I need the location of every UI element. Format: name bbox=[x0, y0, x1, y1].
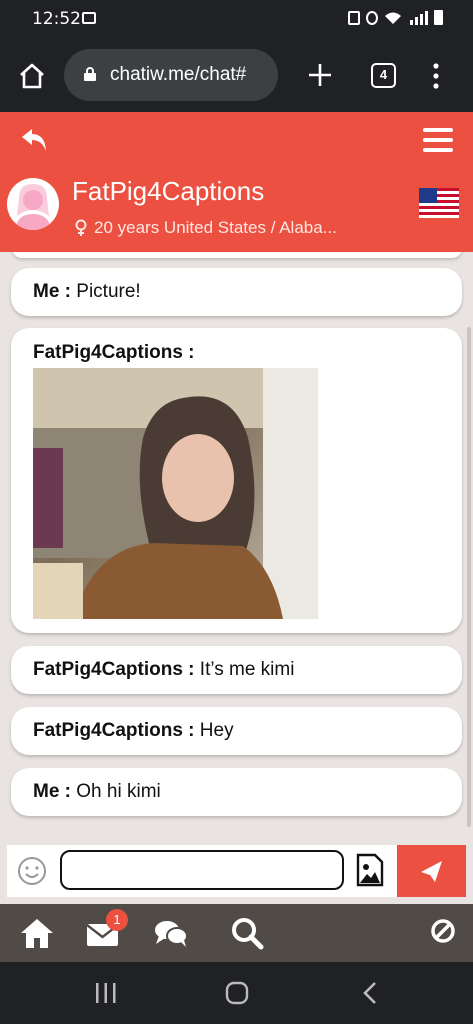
chat-message: FatPig4Captions : It’s me kimi bbox=[11, 646, 462, 694]
bottom-navigation: 1 bbox=[0, 904, 473, 962]
female-avatar-icon bbox=[15, 184, 51, 230]
message-text: Hey bbox=[194, 720, 234, 741]
chat-message: Me : Oh hi kimi bbox=[11, 768, 462, 816]
us-flag-icon bbox=[419, 188, 459, 218]
browser-toolbar: chatiw.me/chat# 4 bbox=[0, 38, 473, 112]
alarm-icon bbox=[366, 10, 378, 25]
lock-icon bbox=[84, 67, 96, 81]
user-info: 20 years United States / Alaba... bbox=[74, 218, 337, 238]
chat-message: Me : Picture! bbox=[11, 268, 462, 316]
lock-icon bbox=[348, 10, 360, 25]
chats-icon[interactable] bbox=[153, 916, 189, 950]
hamburger-menu-icon[interactable] bbox=[423, 128, 453, 152]
message-text: Oh hi kimi bbox=[71, 781, 161, 802]
android-back-icon[interactable] bbox=[360, 981, 380, 1005]
message-sender: FatPig4Captions : bbox=[33, 659, 195, 680]
chat-messages[interactable]: Me : Picture! FatPig4Captions : FatPig4C… bbox=[0, 252, 473, 837]
photo-content bbox=[33, 368, 318, 619]
message-input[interactable] bbox=[60, 850, 344, 890]
back-icon[interactable] bbox=[18, 126, 50, 154]
chat-message: FatPig4Captions : Hey bbox=[11, 707, 462, 755]
tab-switcher-button[interactable]: 4 bbox=[371, 63, 396, 88]
home-icon[interactable] bbox=[19, 916, 55, 950]
address-bar[interactable]: chatiw.me/chat# bbox=[64, 49, 278, 101]
message-sender: Me : bbox=[33, 281, 71, 302]
wifi-icon bbox=[385, 12, 401, 24]
more-menu-icon[interactable] bbox=[432, 63, 440, 89]
chat-scrollbar[interactable] bbox=[467, 327, 471, 827]
message-sender: FatPig4Captions : bbox=[33, 720, 195, 741]
browser-home-icon[interactable] bbox=[18, 62, 46, 90]
user-info-text: 20 years United States / Alaba... bbox=[94, 218, 337, 237]
lte-signal-icon bbox=[410, 10, 428, 25]
battery-icon bbox=[434, 10, 443, 25]
status-indicators bbox=[348, 10, 443, 25]
block-icon[interactable] bbox=[425, 916, 461, 950]
chat-header: FatPig4Captions 20 years United States /… bbox=[0, 112, 473, 252]
android-navigation-bar bbox=[0, 962, 473, 1024]
message-sender: FatPig4Captions : bbox=[33, 342, 195, 363]
gallery-icon bbox=[82, 12, 96, 24]
status-bar: 12:52 bbox=[0, 0, 473, 38]
android-home-icon[interactable] bbox=[225, 981, 249, 1005]
message-sender: Me : bbox=[33, 781, 71, 802]
url-text: chatiw.me/chat# bbox=[110, 64, 247, 85]
female-icon bbox=[75, 219, 87, 236]
search-icon[interactable] bbox=[229, 916, 265, 950]
new-tab-icon[interactable] bbox=[307, 62, 333, 88]
send-button[interactable] bbox=[397, 845, 466, 897]
previous-message-edge bbox=[12, 252, 462, 258]
shared-photo[interactable] bbox=[33, 368, 318, 619]
send-image-icon[interactable] bbox=[356, 853, 384, 887]
message-text: Picture! bbox=[71, 281, 141, 302]
message-text: It’s me kimi bbox=[194, 659, 295, 680]
message-composer bbox=[7, 845, 466, 897]
chat-message-image: FatPig4Captions : bbox=[11, 328, 462, 633]
status-time: 12:52 bbox=[32, 9, 81, 29]
avatar[interactable] bbox=[7, 178, 59, 230]
inbox-badge: 1 bbox=[106, 909, 128, 931]
emoji-icon[interactable] bbox=[17, 856, 47, 886]
recent-apps-icon[interactable] bbox=[94, 982, 118, 1004]
chat-username: FatPig4Captions bbox=[72, 176, 265, 206]
send-icon bbox=[421, 861, 442, 882]
